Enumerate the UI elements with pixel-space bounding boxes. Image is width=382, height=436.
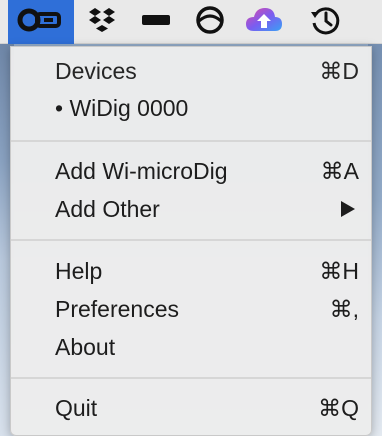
submenu-arrow-icon xyxy=(341,201,355,217)
cloud-menu-extra[interactable] xyxy=(238,0,290,44)
app-menu-extra[interactable] xyxy=(8,0,74,44)
dropbox-menu-extra[interactable] xyxy=(76,0,128,44)
menu-item-preferences-label: Preferences xyxy=(55,295,180,322)
menu-bar xyxy=(0,0,382,44)
menu-separator xyxy=(11,239,371,241)
battery-bar-icon xyxy=(141,13,171,32)
menu-item-add-other[interactable]: Add Other xyxy=(11,190,371,228)
menu-item-quit-label: Quit xyxy=(55,394,98,421)
menu-item-add-wi-microdig[interactable]: Add Wi-microDig ⌘A xyxy=(11,152,371,190)
menu-item-help[interactable]: Help ⌘H xyxy=(11,252,371,290)
sync-menu-extra[interactable] xyxy=(184,0,236,44)
menu-item-about[interactable]: About xyxy=(11,328,371,366)
menu-item-add-wi-microdig-label: Add Wi-microDig xyxy=(55,157,228,184)
menu-item-preferences[interactable]: Preferences ⌘, xyxy=(11,290,371,328)
battery-menu-extra[interactable] xyxy=(130,0,182,44)
menu-item-quit-shortcut: ⌘Q xyxy=(318,394,359,421)
menu-item-help-label: Help xyxy=(55,257,103,284)
menu-item-device-widig[interactable]: • WiDig 0000 xyxy=(11,89,371,127)
menu-item-about-label: About xyxy=(55,333,116,360)
menu-item-help-shortcut: ⌘H xyxy=(319,257,359,284)
menu-item-devices-shortcut: ⌘D xyxy=(319,57,359,84)
menu-item-add-wi-microdig-shortcut: ⌘A xyxy=(320,157,359,184)
circle-sync-icon xyxy=(195,5,225,40)
dropbox-icon xyxy=(87,6,117,39)
menu-item-quit[interactable]: Quit ⌘Q xyxy=(11,389,371,427)
cloud-upload-icon xyxy=(244,5,284,40)
time-machine-menu-extra[interactable] xyxy=(300,0,352,44)
menu-separator xyxy=(11,140,371,142)
menu-item-add-other-label: Add Other xyxy=(55,195,160,222)
menu-item-devices[interactable]: Devices ⌘D xyxy=(11,52,371,90)
menu-item-preferences-shortcut: ⌘, xyxy=(329,295,359,322)
time-machine-icon xyxy=(309,4,343,41)
menu-item-device-widig-label: • WiDig 0000 xyxy=(55,94,189,121)
menu-item-devices-label: Devices xyxy=(55,57,137,84)
app-key-icon xyxy=(17,7,65,38)
app-dropdown-menu: Devices ⌘D • WiDig 0000 Add Wi-microDig … xyxy=(10,46,372,436)
menu-separator xyxy=(11,377,371,379)
